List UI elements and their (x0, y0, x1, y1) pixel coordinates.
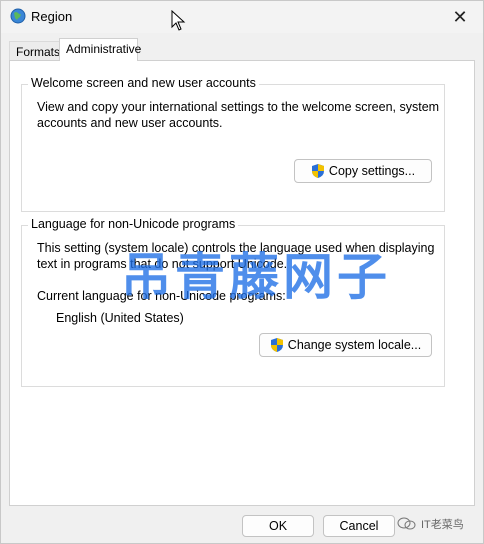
copy-settings-button[interactable]: Copy settings... (294, 159, 432, 183)
uac-shield-icon (270, 338, 283, 352)
cancel-button[interactable]: Cancel (323, 515, 395, 537)
wechat-icon (397, 517, 416, 530)
change-system-locale-button[interactable]: Change system locale... (259, 333, 432, 357)
watermark-overlay: 吊青藤网子 (121, 248, 391, 306)
copy-settings-label: Copy settings... (328, 164, 416, 178)
tab-administrative[interactable]: Administrative (59, 38, 141, 61)
welcome-group-title: Welcome screen and new user accounts (28, 76, 259, 90)
close-icon: ✕ (452, 6, 468, 27)
mouse-cursor-icon (171, 10, 186, 31)
close-button[interactable]: ✕ (437, 1, 483, 33)
region-dialog: Region ✕ Formats Administrative Welcome … (0, 0, 484, 544)
uac-shield-icon (311, 164, 324, 178)
welcome-screen-group: Welcome screen and new user accounts Vie… (21, 76, 445, 212)
ok-button[interactable]: OK (242, 515, 314, 537)
title-bar: Region ✕ (1, 1, 483, 33)
current-language-value: English (United States) (56, 311, 184, 325)
window-title: Region (31, 9, 73, 24)
source-watermark: IT老菜鸟 (397, 516, 464, 532)
source-watermark-text: IT老菜鸟 (421, 519, 464, 531)
non-unicode-group-title: Language for non-Unicode programs (28, 217, 239, 231)
welcome-description-line1: View and copy your international setting… (37, 100, 440, 114)
globe-icon (10, 8, 26, 24)
welcome-description-line2: accounts and new user accounts. (37, 116, 223, 130)
change-locale-label: Change system locale... (287, 338, 422, 352)
